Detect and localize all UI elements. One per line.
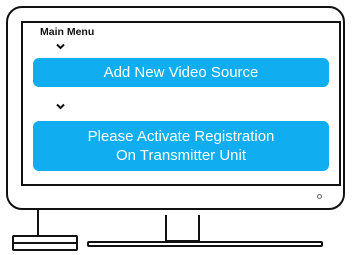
transmitter-divider — [14, 242, 76, 244]
monitor-stand-base — [87, 241, 323, 247]
add-new-video-source-button[interactable]: Add New Video Source — [33, 58, 329, 87]
transmitter-unit — [12, 235, 78, 251]
action-label-line: Add New Video Source — [103, 64, 259, 81]
monitor-screen: Main Menu Add New Video Source Please Ac… — [21, 21, 341, 186]
monitor-stand-neck — [165, 215, 200, 242]
action-label-line: Please Activate Registration — [87, 128, 275, 145]
main-menu-title: Main Menu — [40, 26, 95, 38]
action-label-line: On Transmitter Unit — [115, 147, 247, 164]
power-led-icon — [317, 194, 322, 199]
activate-registration-button[interactable]: Please Activate Registration On Transmit… — [33, 121, 329, 171]
chevron-down-icon — [56, 43, 65, 50]
chevron-down-icon — [56, 103, 65, 110]
transmitter-cable — [37, 210, 39, 235]
